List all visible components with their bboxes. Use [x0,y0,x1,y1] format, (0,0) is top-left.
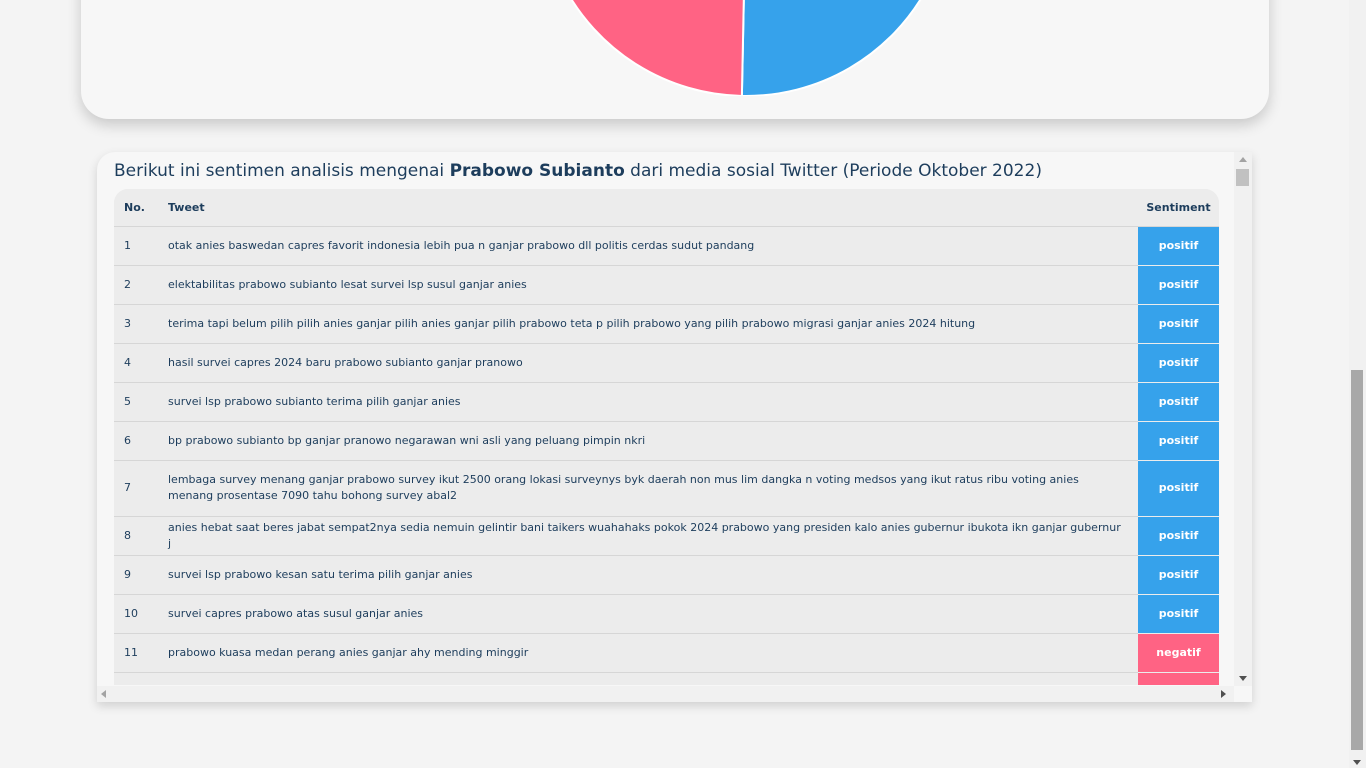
table-row: 11 prabowo kuasa medan perang anies ganja… [114,633,1219,673]
table-row: 3 terima tapi belum pilih pilih anies gan… [114,304,1219,344]
table-row: 12 negatif [114,672,1219,685]
row-number: 9 [124,567,131,581]
sentiment-badge: negatif [1138,672,1219,685]
row-tweet: lembaga survey menang ganjar prabowo sur… [168,473,1079,502]
row-number: 6 [124,433,131,447]
heading-candidate-name: Prabowo Subianto [449,161,625,181]
sentiment-pie-chart [541,0,971,96]
page-scrollbar[interactable] [1349,0,1366,768]
scroll-down-arrow-icon[interactable] [1353,760,1361,765]
tweet-table-container: No. Tweet Sentiment 1 otak anies baswedan… [114,189,1219,685]
tweet-sentiment-table: No. Tweet Sentiment 1 otak anies baswedan… [114,189,1219,685]
row-number: 3 [124,316,131,330]
sentiment-badge: negatif [1138,633,1219,673]
scroll-right-arrow-icon[interactable] [1221,690,1226,698]
row-tweet: bp prabowo subianto bp ganjar pranowo ne… [168,433,646,447]
sentiment-badge: positif [1138,460,1219,517]
table-row: 5 survei lsp prabowo subianto terima pili… [114,382,1219,422]
scroll-up-arrow-icon[interactable] [1239,157,1247,162]
heading-prefix: Berikut ini sentimen analisis mengenai [114,161,450,181]
sentiment-badge: positif [1138,594,1219,634]
table-vertical-scrollbar[interactable] [1234,152,1252,686]
sentiment-badge: positif [1138,421,1219,461]
header-tweet: Tweet [168,189,1138,227]
table-row: 6 bp prabowo subianto bp ganjar pranowo n… [114,421,1219,461]
row-number: 12 [114,672,168,686]
table-row: 2 elektabilitas prabowo subianto lesat su… [114,265,1219,305]
row-number: 8 [124,528,131,542]
row-tweet: prabowo kuasa medan perang anies ganjar … [168,645,529,659]
table-scrollbar-thumb[interactable] [1236,169,1249,186]
row-tweet [168,672,1138,685]
pie-slice-negatif [570,0,745,96]
sentiment-badge: positif [1138,555,1219,595]
sentiment-badge: positif [1138,382,1219,422]
row-number: 5 [124,394,131,408]
header-sentiment: Sentiment [1138,189,1219,227]
table-header-row: No. Tweet Sentiment [114,189,1219,227]
table-row: 7 lembaga survey menang ganjar prabowo su… [114,460,1219,517]
row-number: 11 [124,645,138,659]
row-number: 4 [124,355,131,369]
page-scrollbar-thumb[interactable] [1351,370,1363,750]
table-row: 10 survei capres prabowo atas susul ganja… [114,594,1219,634]
table-horizontal-scrollbar[interactable] [97,686,1234,702]
heading-suffix: dari media sosial Twitter (Periode Oktob… [624,161,1042,181]
table-row: 1 otak anies baswedan capres favorit indo… [114,226,1219,266]
sentiment-badge: positif [1138,265,1219,305]
scroll-left-arrow-icon[interactable] [101,690,106,698]
row-number: 1 [124,238,131,252]
row-tweet: hasil survei capres 2024 baru prabowo su… [168,355,523,369]
row-tweet: survei capres prabowo atas susul ganjar … [168,606,424,620]
row-tweet: survei lsp prabowo subianto terima pilih… [168,394,461,408]
sentiment-badge: positif [1138,304,1219,344]
sentiment-badge: positif [1138,516,1219,556]
sentiment-badge: positif [1138,226,1219,266]
row-tweet: otak anies baswedan capres favorit indon… [168,238,755,252]
row-number: 2 [124,277,131,291]
table-row: 4 hasil survei capres 2024 baru prabowo s… [114,343,1219,383]
table-heading: Berikut ini sentimen analisis mengenai P… [114,161,1042,181]
table-row: 8 anies hebat saat beres jabat sempat2nya… [114,516,1219,556]
row-number: 10 [124,606,138,620]
sentiment-table-card: Berikut ini sentimen analisis mengenai P… [97,152,1252,702]
row-number: 7 [124,481,131,494]
sentiment-badge: positif [1138,343,1219,383]
row-tweet: anies hebat saat beres jabat sempat2nya … [168,520,1121,550]
sentiment-chart-card [81,0,1269,119]
scroll-down-arrow-icon[interactable] [1239,676,1247,681]
table-row: 9 survei lsp prabowo kesan satu terima pi… [114,555,1219,595]
pie-slice-positif [740,0,922,96]
row-tweet: survei lsp prabowo kesan satu terima pil… [168,567,473,581]
header-no: No. [114,189,168,227]
row-tweet: terima tapi belum pilih pilih anies ganj… [168,316,976,330]
row-tweet: elektabilitas prabowo subianto lesat sur… [168,277,527,291]
